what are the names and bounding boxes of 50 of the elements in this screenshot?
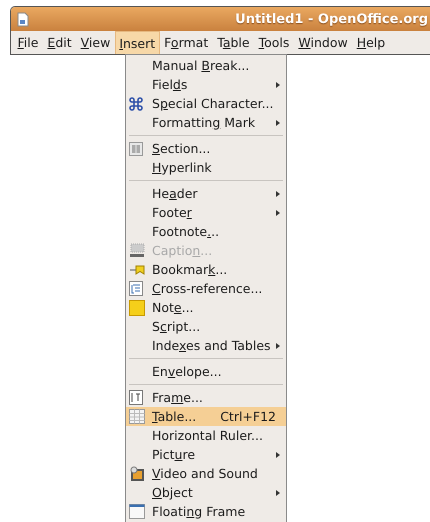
menu-item[interactable]: Hyperlink xyxy=(126,158,286,177)
caption-icon xyxy=(129,242,145,258)
bookmark-icon xyxy=(129,264,145,276)
submenu-arrow-icon xyxy=(276,190,280,196)
submenu-arrow-icon xyxy=(276,490,280,496)
command-icon xyxy=(129,96,143,110)
menu-item[interactable]: Fields xyxy=(126,75,286,94)
menu-item[interactable]: Formatting Mark xyxy=(126,113,286,132)
menu-item[interactable]: Manual Break... xyxy=(126,56,286,75)
cross-reference-icon xyxy=(129,281,143,296)
menu-title[interactable]: Table xyxy=(212,31,254,54)
menu-title[interactable]: Help xyxy=(352,31,390,54)
menu-title[interactable]: Edit xyxy=(42,31,76,54)
menu-item[interactable]: Floating Frame xyxy=(126,502,286,521)
menu-title[interactable]: Tools xyxy=(254,31,294,54)
menu-item[interactable]: Video and Sound xyxy=(126,464,286,483)
note-icon xyxy=(129,300,145,316)
film-icon xyxy=(129,466,145,482)
submenu-arrow-icon xyxy=(276,120,280,126)
menu-item[interactable]: Note... xyxy=(126,298,286,317)
submenu-arrow-icon xyxy=(276,342,280,348)
menu-item[interactable]: Envelope... xyxy=(126,362,286,381)
menu-item[interactable]: Picture xyxy=(126,445,286,464)
menu-title[interactable]: View xyxy=(76,31,115,54)
menu-title[interactable]: File xyxy=(13,31,43,54)
menu-item[interactable]: Object xyxy=(126,483,286,502)
document-icon xyxy=(17,12,29,26)
menu-item[interactable]: Footnote... xyxy=(126,222,286,241)
table-icon xyxy=(129,409,145,424)
submenu-arrow-icon xyxy=(276,210,280,216)
submenu-arrow-icon xyxy=(276,452,280,458)
menu-title[interactable]: Insert xyxy=(114,31,160,54)
menu-item[interactable]: Special Character... xyxy=(126,94,286,113)
menu-item[interactable]: Footer xyxy=(126,203,286,222)
menu-item[interactable]: Header xyxy=(126,184,286,203)
menu-item[interactable]: Table... Ctrl+F12 xyxy=(126,407,286,426)
frame-icon xyxy=(129,390,143,405)
menu-item[interactable]: Script... xyxy=(126,317,286,336)
menu-title[interactable]: Format xyxy=(160,31,213,54)
menu-item[interactable]: Section... xyxy=(126,139,286,158)
menu-item[interactable]: Indexes and Tables xyxy=(126,336,286,355)
menu-item[interactable]: Horizontal Ruler... xyxy=(126,426,286,445)
submenu-arrow-icon xyxy=(276,82,280,88)
floating-frame-icon xyxy=(129,504,145,519)
menu-item[interactable]: Cross-reference... xyxy=(126,279,286,298)
window-title: Untitled1 - OpenOffice.org xyxy=(235,12,429,26)
section-icon xyxy=(129,142,143,156)
menu-item[interactable]: Frame... xyxy=(126,388,286,407)
menu-title[interactable]: Window xyxy=(294,31,352,54)
menu-item[interactable]: Bookmark... xyxy=(126,260,286,279)
